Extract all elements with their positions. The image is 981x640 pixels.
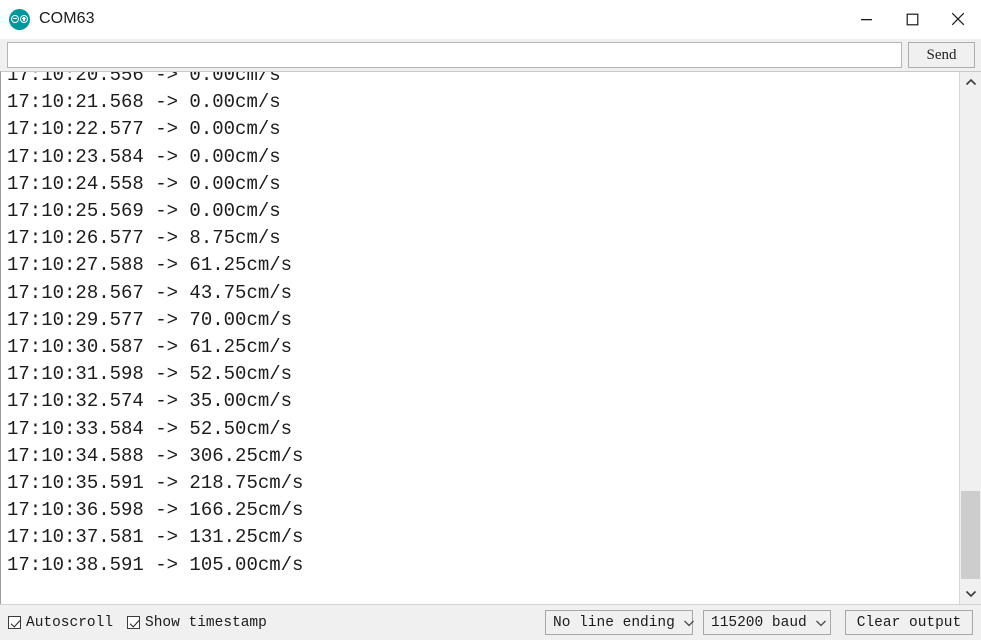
scrollbar-thumb[interactable]	[961, 491, 980, 579]
window-title: COM63	[39, 10, 95, 27]
output-line: 17:10:29.577 -> 70.00cm/s	[7, 308, 293, 331]
output-line: 17:10:21.568 -> 0.00cm/s	[7, 91, 281, 114]
chevron-up-icon	[965, 78, 976, 86]
chevron-down-icon	[683, 619, 695, 627]
output-line: 17:10:36.598 -> 166.25cm/s	[7, 499, 304, 522]
autoscroll-checkbox[interactable]	[8, 616, 21, 629]
close-icon	[951, 12, 965, 26]
minimize-icon	[860, 18, 872, 20]
scroll-down-button[interactable]	[960, 583, 981, 604]
send-button[interactable]: Send	[908, 42, 975, 68]
line-ending-select[interactable]: No line ending	[545, 610, 695, 635]
clear-output-button[interactable]: Clear output	[845, 610, 973, 635]
line-ending-value: No line ending	[553, 614, 675, 631]
output-line: 17:10:25.569 -> 0.00cm/s	[7, 200, 281, 223]
vertical-scrollbar[interactable]	[959, 72, 981, 604]
output-lines: 17:10:20.556 -> 0.00cm/s 17:10:21.568 -> …	[7, 72, 959, 579]
output-line: 17:10:27.588 -> 61.25cm/s	[7, 254, 293, 277]
baud-rate-value: 115200 baud	[711, 614, 807, 631]
baud-rate-select[interactable]: 115200 baud	[703, 610, 831, 635]
window-controls	[843, 0, 981, 38]
autoscroll-checkbox-group[interactable]: Autoscroll	[8, 615, 113, 631]
show-timestamp-checkbox-group[interactable]: Show timestamp	[127, 615, 267, 631]
output-line: 17:10:26.577 -> 8.75cm/s	[7, 227, 281, 250]
scroll-up-button[interactable]	[960, 72, 981, 93]
output-area: 17:10:20.556 -> 0.00cm/s 17:10:21.568 -> …	[0, 71, 981, 604]
output-line: 17:10:24.558 -> 0.00cm/s	[7, 172, 281, 195]
title-bar: COM63	[0, 0, 981, 39]
maximize-icon	[906, 13, 918, 25]
output-line: 17:10:23.584 -> 0.00cm/s	[7, 145, 281, 168]
output-line: 17:10:20.556 -> 0.00cm/s	[7, 72, 281, 86]
scrollbar-track[interactable]	[960, 93, 981, 583]
close-button[interactable]	[935, 0, 981, 38]
autoscroll-label: Autoscroll	[26, 614, 114, 631]
chevron-down-icon	[815, 619, 827, 627]
bottom-toolbar: Autoscroll Show timestamp No line ending…	[0, 604, 981, 640]
output-line: 17:10:30.587 -> 61.25cm/s	[7, 336, 293, 359]
serial-output-text[interactable]: 17:10:20.556 -> 0.00cm/s 17:10:21.568 -> …	[1, 72, 959, 604]
send-row: Send	[0, 39, 981, 71]
output-line: 17:10:33.584 -> 52.50cm/s	[7, 417, 293, 440]
arduino-logo-icon	[9, 8, 30, 30]
send-input[interactable]	[7, 42, 902, 68]
output-line: 17:10:32.574 -> 35.00cm/s	[7, 390, 293, 413]
output-line: 17:10:31.598 -> 52.50cm/s	[7, 363, 293, 386]
output-line: 17:10:22.577 -> 0.00cm/s	[7, 118, 281, 141]
minimize-button[interactable]	[843, 0, 889, 38]
output-line: 17:10:37.581 -> 131.25cm/s	[7, 526, 304, 549]
show-timestamp-checkbox[interactable]	[127, 616, 141, 629]
serial-monitor-window: COM63 Send 17:10:20.556 -> 0.00cm/s 17:1…	[0, 0, 981, 640]
maximize-button[interactable]	[889, 0, 935, 38]
show-timestamp-label: Show timestamp	[145, 614, 267, 631]
chevron-down-icon	[965, 590, 976, 598]
output-line: 17:10:38.591 -> 105.00cm/s	[7, 553, 304, 576]
output-line: 17:10:28.567 -> 43.75cm/s	[7, 281, 293, 304]
output-line: 17:10:34.588 -> 306.25cm/s	[7, 444, 304, 467]
output-line: 17:10:35.591 -> 218.75cm/s	[7, 472, 304, 495]
